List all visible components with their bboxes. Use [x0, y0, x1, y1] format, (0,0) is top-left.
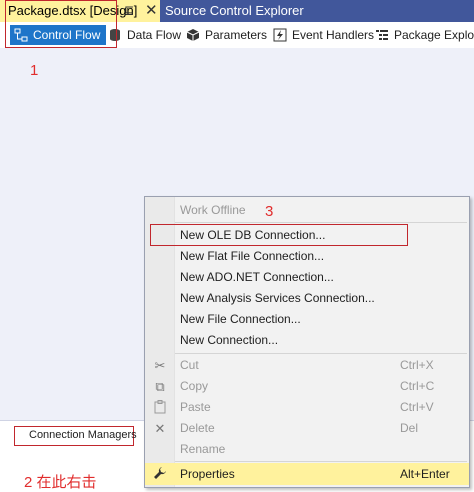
menu-item-new-flat-file-connection[interactable]: New Flat File Connection...: [145, 246, 469, 267]
menu-item-new-connection[interactable]: New Connection...: [145, 330, 469, 351]
menu-separator: [175, 461, 467, 462]
menu-item-new-file-connection[interactable]: New File Connection...: [145, 309, 469, 330]
package-explorer-icon: [375, 28, 389, 42]
menu-item-delete-label: Delete: [180, 421, 215, 435]
menu-item-new-analysis-services-connection-label: New Analysis Services Connection...: [180, 291, 375, 305]
menu-item-new-analysis-services-connection[interactable]: New Analysis Services Connection...: [145, 288, 469, 309]
menu-item-copy[interactable]: ⧉ Copy Ctrl+C: [145, 376, 469, 397]
tab-package-explorer-label: Package Explorer: [394, 28, 474, 42]
menu-item-copy-shortcut: Ctrl+C: [400, 379, 435, 393]
menu-item-rename-label: Rename: [180, 442, 226, 456]
menu-separator: [175, 353, 467, 354]
menu-item-delete-shortcut: Del: [400, 421, 419, 435]
delete-icon: ✕: [154, 421, 166, 436]
annotation-1: 1: [30, 62, 39, 79]
menu-item-copy-label: Copy: [180, 379, 209, 393]
menu-item-delete[interactable]: ✕ Delete Del: [145, 418, 469, 439]
pin-icon[interactable]: ⊑: [124, 3, 134, 17]
annotation-box-control-flow: [5, 0, 117, 48]
tab-parameters[interactable]: Parameters: [186, 25, 267, 45]
menu-item-new-connection-label: New Connection...: [180, 333, 279, 347]
annotation-2-right-click-here: 2 在此右击: [24, 474, 97, 491]
menu-separator: [175, 222, 467, 223]
annotation-3: 3: [265, 203, 274, 220]
menu-item-cut-label: Cut: [180, 358, 199, 372]
tab-data-flow-label: Data Flow: [127, 28, 182, 42]
menu-item-cut[interactable]: ✂ Cut Ctrl+X: [145, 355, 469, 376]
menu-item-properties[interactable]: Properties Alt+Enter: [145, 463, 469, 485]
tab-package-explorer[interactable]: Package Explorer: [375, 25, 474, 45]
copy-icon: ⧉: [155, 379, 165, 394]
tab-parameters-label: Parameters: [205, 28, 268, 42]
tab-source-control-explorer[interactable]: Source Control Explorer: [160, 0, 474, 22]
close-icon[interactable]: ✕: [145, 1, 158, 19]
paste-icon: [152, 400, 168, 416]
menu-item-rename[interactable]: Rename: [145, 439, 469, 460]
connection-managers-tab[interactable]: Connection Managers: [14, 426, 137, 446]
annotation-box-new-ole-db: [150, 224, 408, 246]
event-handlers-icon: [273, 28, 287, 42]
tab-data-flow[interactable]: Data Flow: [108, 25, 181, 45]
menu-item-cut-shortcut: Ctrl+X: [400, 358, 434, 372]
cut-icon: ✂: [154, 358, 166, 373]
menu-item-properties-shortcut: Alt+Enter: [400, 467, 450, 481]
tab-source-control-explorer-label: Source Control Explorer: [165, 3, 304, 18]
menu-item-properties-label: Properties: [180, 467, 235, 481]
tab-event-handlers-label: Event Handlers: [292, 28, 375, 42]
menu-item-work-offline-label: Work Offline: [180, 203, 246, 217]
menu-item-new-flat-file-connection-label: New Flat File Connection...: [180, 249, 325, 263]
menu-item-paste-label: Paste: [180, 400, 211, 414]
menu-item-new-file-connection-label: New File Connection...: [180, 312, 301, 326]
connection-managers-tab-label: Connection Managers: [29, 429, 137, 441]
parameters-icon: [186, 28, 200, 42]
wrench-icon: [152, 466, 168, 482]
menu-item-paste-shortcut: Ctrl+V: [400, 400, 434, 414]
menu-item-paste[interactable]: Paste Ctrl+V: [145, 397, 469, 418]
menu-item-work-offline[interactable]: Work Offline: [145, 200, 469, 221]
menu-item-new-adonet-connection-label: New ADO.NET Connection...: [180, 270, 334, 284]
menu-item-new-adonet-connection[interactable]: New ADO.NET Connection...: [145, 267, 469, 288]
tab-event-handlers[interactable]: Event Handlers: [273, 25, 374, 45]
